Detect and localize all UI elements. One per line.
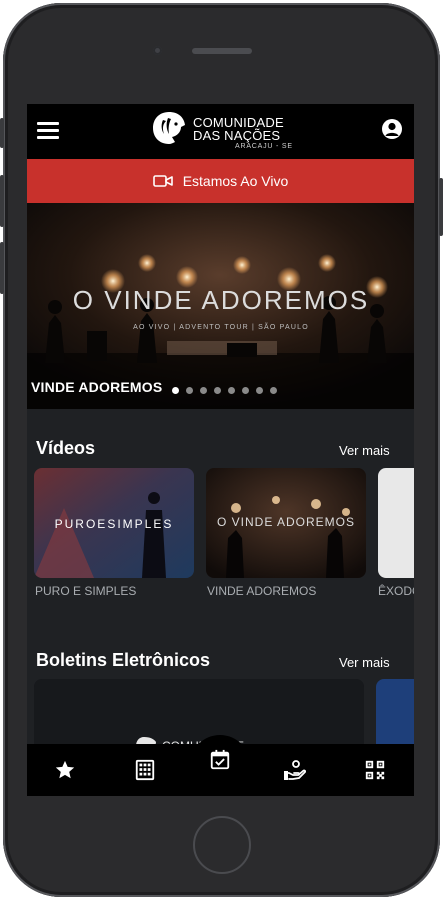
- bulletins-see-more-link[interactable]: Ver mais: [339, 655, 390, 670]
- tab-agenda[interactable]: [194, 734, 246, 786]
- video-card-puro-e-simples[interactable]: PUROESIMPLES: [34, 468, 194, 578]
- carousel-dot[interactable]: [172, 387, 179, 394]
- mute-switch: [0, 118, 4, 148]
- carousel-dot[interactable]: [256, 387, 263, 394]
- power-button: [439, 178, 443, 236]
- videos-see-more-link[interactable]: Ver mais: [339, 443, 390, 458]
- hero-caption: VINDE ADOREMOS: [31, 379, 163, 395]
- video-thumbnail: O VINDE ADOREMOS: [206, 468, 366, 578]
- carousel-dot[interactable]: [242, 387, 249, 394]
- carousel-dot[interactable]: [200, 387, 207, 394]
- earpiece-speaker: [192, 48, 252, 54]
- lion-logo-icon: [153, 112, 185, 144]
- tab-favorites[interactable]: [39, 744, 91, 796]
- video-card-label: ÊXODO: [378, 584, 414, 598]
- live-banner[interactable]: Estamos Ao Vivo: [27, 159, 414, 203]
- carousel-dot[interactable]: [270, 387, 277, 394]
- calendar-check-icon: [210, 749, 230, 770]
- hero-overlay-title: O VINDE ADOREMOS: [73, 285, 369, 315]
- carousel-dot[interactable]: [228, 387, 235, 394]
- carousel-indicator: [172, 387, 277, 394]
- carousel-dot[interactable]: [186, 387, 193, 394]
- video-card-exodo[interactable]: [378, 468, 414, 578]
- home-button[interactable]: [193, 816, 251, 874]
- hero-carousel[interactable]: O VINDE ADOREMOS AO VIVO | ADVENTO TOUR …: [27, 203, 414, 409]
- tab-donations[interactable]: [269, 744, 321, 796]
- volume-down-button: [0, 242, 4, 294]
- video-thumbnail-title: PUROESIMPLES: [55, 517, 174, 531]
- volume-up-button: [0, 175, 4, 227]
- video-card-label: VINDE ADOREMOS: [207, 584, 317, 598]
- video-thumbnail: PUROESIMPLES: [34, 468, 194, 578]
- star-icon: [55, 760, 75, 779]
- logo-location: ARACAJU - SE: [235, 143, 293, 150]
- building-icon: [135, 759, 155, 781]
- tab-qr-code[interactable]: [349, 744, 401, 796]
- app-logo: COMUNIDADE DAS NAÇÕES ARACAJU - SE: [151, 108, 301, 156]
- logo-title-line2: DAS NAÇÕES: [193, 128, 281, 143]
- tab-church[interactable]: [119, 744, 171, 796]
- video-card-label: PURO E SIMPLES: [35, 584, 137, 598]
- live-banner-label: Estamos Ao Vivo: [182, 173, 289, 189]
- carousel-dot[interactable]: [214, 387, 221, 394]
- app-screen: COMUNIDADE DAS NAÇÕES ARACAJU - SE Estam…: [27, 104, 414, 796]
- bulletins-section-title: Boletins Eletrônicos: [36, 650, 211, 670]
- account-icon[interactable]: [382, 119, 402, 139]
- video-card-vinde-adoremos[interactable]: O VINDE ADOREMOS: [206, 468, 366, 578]
- video-camera-icon: [152, 175, 173, 187]
- front-camera: [153, 46, 162, 55]
- menu-icon[interactable]: [37, 122, 59, 140]
- bottom-tab-bar: [27, 735, 414, 796]
- hand-icon: [284, 760, 306, 780]
- video-thumbnail-title: O VINDE ADOREMOS: [217, 515, 355, 529]
- top-app-bar: COMUNIDADE DAS NAÇÕES ARACAJU - SE: [27, 104, 414, 159]
- videos-section-title: Vídeos: [36, 438, 96, 458]
- hero-overlay-subtitle: AO VIVO | ADVENTO TOUR | SÃO PAULO: [133, 322, 309, 331]
- qr-code-icon: [365, 760, 385, 780]
